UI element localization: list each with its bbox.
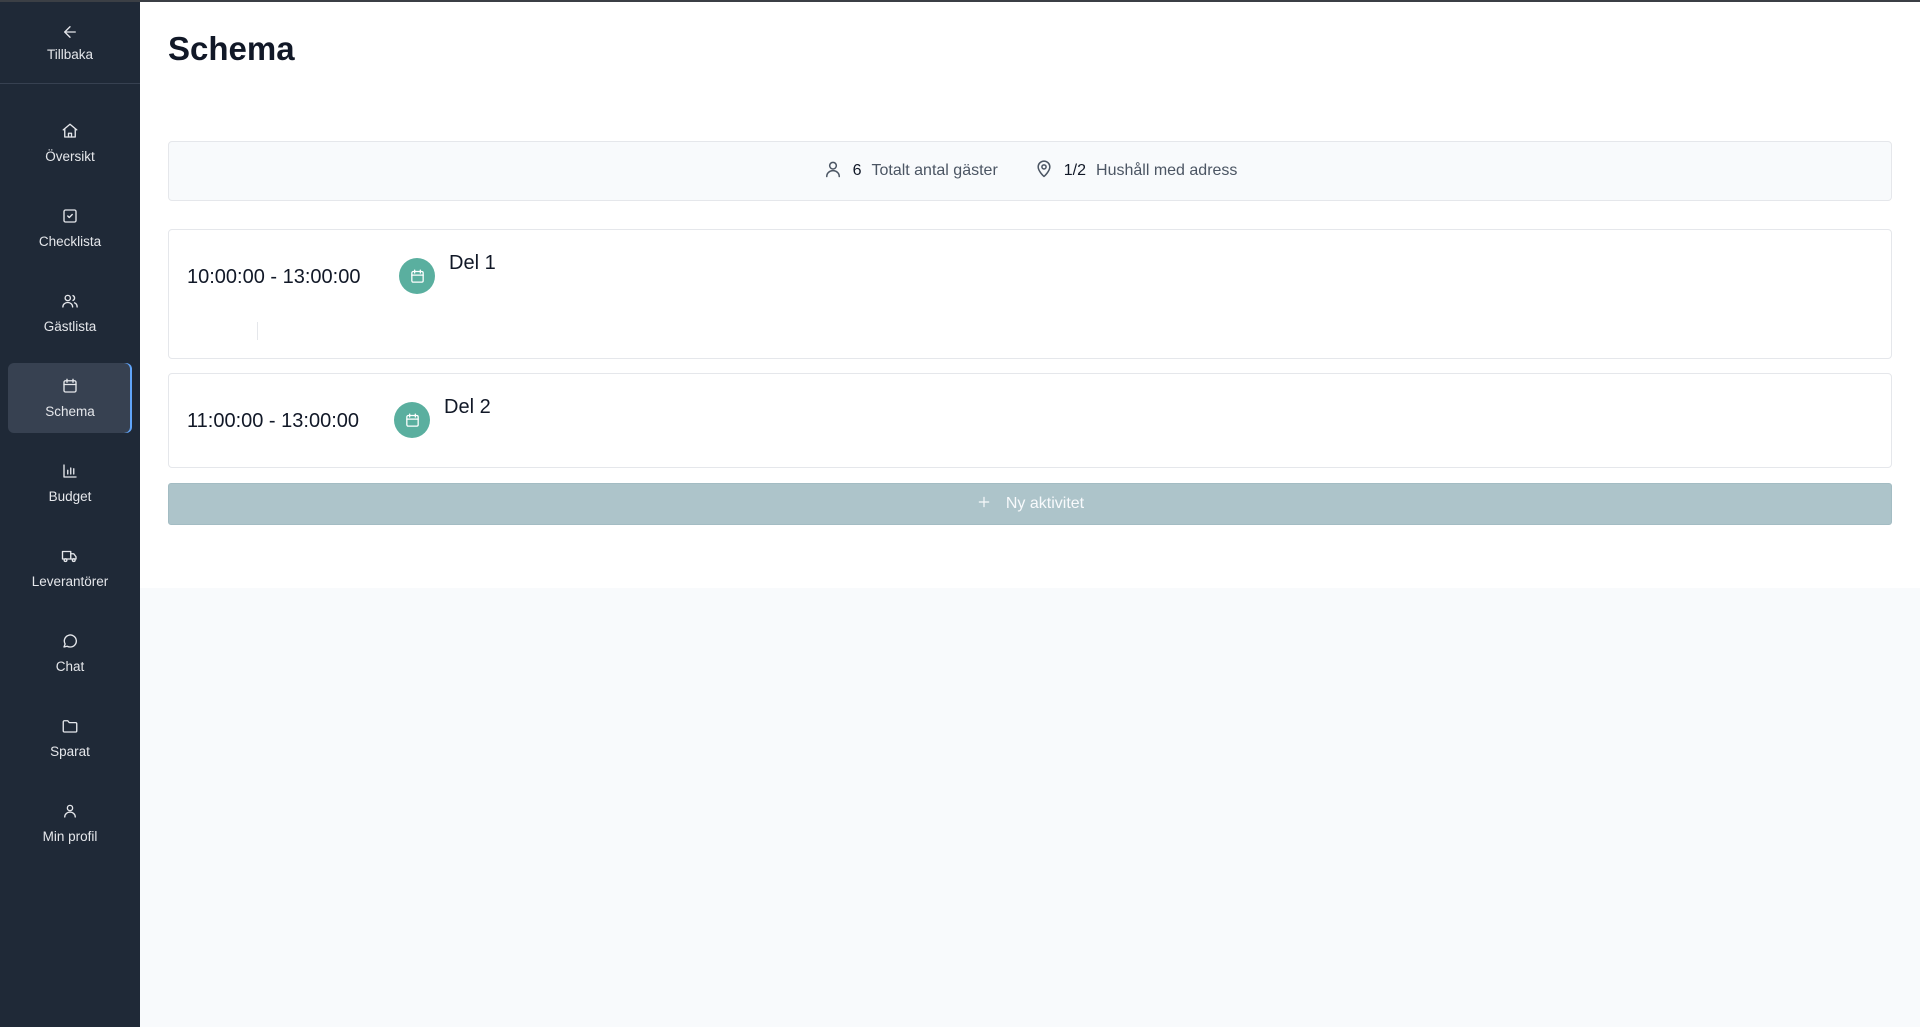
household-address-label: Hushåll med adress [1096, 162, 1238, 179]
guest-count-label: Totalt antal gäster [871, 162, 998, 179]
sidebar-item-label: Leverantörer [31, 574, 109, 589]
plus-icon [976, 494, 992, 515]
sidebar-item-sparat[interactable]: Sparat [8, 703, 132, 773]
sidebar-item-gastlista[interactable]: Gästlista [8, 278, 132, 348]
calendar-icon [61, 377, 79, 395]
sidebar-item-label: Schema [45, 404, 95, 419]
sidebar-item-label: Checklista [38, 234, 102, 249]
activity-card[interactable]: 10:00:00 - 13:00:00 Del 1 [168, 229, 1892, 359]
sidebar-item-min-profil[interactable]: Min profil [8, 788, 132, 858]
home-icon [61, 122, 79, 140]
activity-time: 10:00:00 - 13:00:00 [187, 266, 361, 288]
activity-title: Del 2 [444, 396, 491, 418]
activity-badge [399, 258, 435, 294]
arrow-left-icon [61, 23, 79, 41]
chat-bubble-icon [61, 632, 79, 650]
sidebar-item-budget[interactable]: Budget [8, 448, 132, 518]
sidebar-nav: Översikt Checklista Gästlista Schema Bud… [0, 84, 140, 858]
folder-icon [61, 717, 79, 735]
sidebar-item-label: Gästlista [43, 319, 97, 334]
stats-bar: 6 Totalt antal gäster 1/2 Hushåll med ad… [168, 141, 1892, 201]
back-label: Tillbaka [46, 47, 94, 62]
new-activity-button[interactable]: Ny aktivitet [168, 483, 1892, 525]
map-pin-icon [1034, 159, 1054, 184]
household-address-stat: 1/2 Hushåll med adress [1034, 159, 1238, 184]
sidebar-item-schema[interactable]: Schema [8, 363, 132, 433]
sidebar-item-label: Chat [55, 659, 85, 674]
sidebar-item-checklista[interactable]: Checklista [8, 193, 132, 263]
guest-count-value: 6 [852, 162, 862, 179]
back-button[interactable]: Tillbaka [0, 2, 140, 84]
checkbox-icon [61, 207, 79, 225]
activity-badge [394, 402, 430, 438]
calendar-icon [410, 268, 424, 283]
household-address-value: 1/2 [1063, 162, 1087, 179]
sidebar-item-label: Budget [48, 489, 92, 504]
divider [257, 322, 258, 340]
activity-card[interactable]: 11:00:00 - 13:00:00 Del 2 [168, 373, 1892, 468]
bar-chart-icon [61, 462, 79, 480]
calendar-icon [405, 412, 419, 427]
sidebar-item-oversikt[interactable]: Översikt [8, 108, 132, 178]
sidebar: Tillbaka Översikt Checklista Gästlista S… [0, 2, 140, 1027]
user-icon [823, 159, 843, 184]
guest-count-stat: 6 Totalt antal gäster [823, 159, 998, 184]
activity-title: Del 1 [449, 252, 496, 274]
sidebar-item-chat[interactable]: Chat [8, 618, 132, 688]
page-title: Schema [168, 30, 295, 67]
user-icon [61, 802, 79, 820]
users-icon [61, 292, 79, 310]
truck-icon [61, 547, 79, 565]
sidebar-item-label: Min profil [42, 829, 98, 844]
sidebar-item-label: Översikt [45, 149, 95, 164]
activity-time: 11:00:00 - 13:00:00 [187, 410, 359, 432]
sidebar-item-leverantorer[interactable]: Leverantörer [8, 533, 132, 603]
sidebar-item-label: Sparat [50, 744, 90, 759]
new-activity-label: Ny aktivitet [1005, 495, 1085, 512]
